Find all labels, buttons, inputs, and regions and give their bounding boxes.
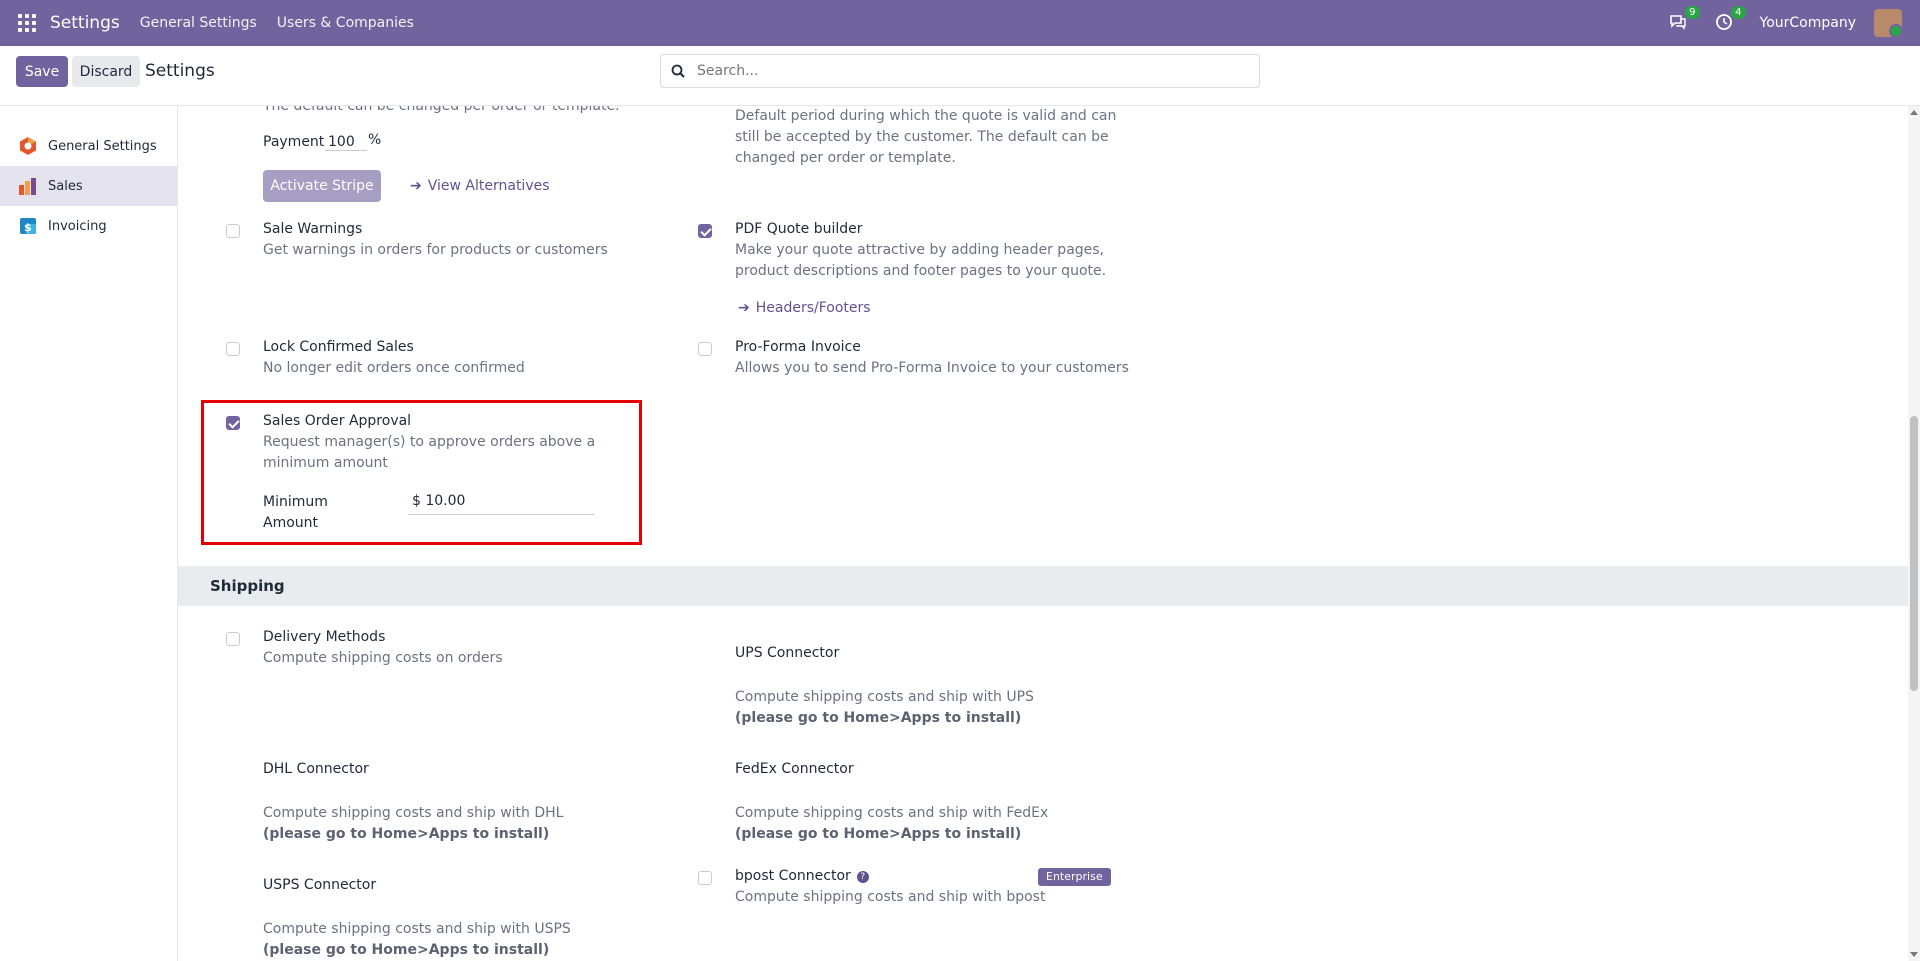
search-input[interactable]: [697, 63, 1217, 79]
fedex-connector-note: (please go to Home>Apps to install): [735, 826, 1022, 842]
invoicing-icon: $: [20, 218, 36, 234]
headers-footers-link[interactable]: ➔ Headers/Footers: [738, 300, 871, 316]
quotation-validity-desc: Default period during which the quote is…: [735, 108, 1117, 166]
pro-forma-invoice-checkbox[interactable]: [698, 342, 712, 356]
enterprise-badge[interactable]: Enterprise: [1038, 868, 1111, 886]
scroll-down-arrow-icon[interactable]: [1910, 952, 1918, 957]
payment-label: Payment: [263, 134, 325, 150]
minimum-amount-label-line2: Amount: [263, 515, 319, 531]
bpost-connector-label: bpost Connector: [735, 868, 851, 884]
general-settings-icon: [20, 137, 36, 155]
top-navbar: Settings General Settings Users & Compan…: [0, 0, 1920, 46]
view-alternatives-label: View Alternatives: [427, 178, 550, 194]
apps-menu-icon[interactable]: [18, 14, 36, 32]
sidebar-item-general-settings[interactable]: General Settings: [0, 126, 177, 166]
settings-sidebar: General Settings Sales $ Invoicing: [0, 106, 178, 961]
pro-forma-invoice-desc: Allows you to send Pro-Forma Invoice to …: [735, 360, 1129, 376]
usps-connector-desc: Compute shipping costs and ship with USP…: [263, 921, 571, 937]
delivery-methods-desc: Compute shipping costs on orders: [263, 650, 503, 666]
pdf-quote-builder-title: PDF Quote builder: [735, 221, 863, 237]
activities-button[interactable]: 4: [1714, 6, 1746, 34]
sale-warnings-desc: Get warnings in orders for products or c…: [263, 242, 608, 258]
menu-users-companies[interactable]: Users & Companies: [277, 15, 414, 31]
control-panel: Save Discard Settings: [0, 46, 1920, 106]
lock-confirmed-sales-checkbox[interactable]: [226, 342, 240, 356]
company-switcher[interactable]: YourCompany: [1760, 15, 1857, 31]
fedex-connector-title: FedEx Connector: [735, 761, 854, 777]
sales-order-approval-desc: Request manager(s) to approve orders abo…: [263, 434, 596, 471]
payment-percent-input[interactable]: 100: [325, 134, 367, 151]
sales-icon: [19, 178, 36, 195]
sales-order-approval-checkbox[interactable]: [226, 416, 240, 430]
pdf-quote-builder-checkbox[interactable]: [698, 224, 712, 238]
page-title: Settings: [145, 61, 215, 81]
lock-confirmed-sales-title: Lock Confirmed Sales: [263, 339, 414, 355]
usps-connector-note: (please go to Home>Apps to install): [263, 942, 550, 958]
shipping-section-title: Shipping: [210, 577, 285, 595]
discard-button[interactable]: Discard: [72, 56, 140, 87]
sale-warnings-title: Sale Warnings: [263, 221, 363, 237]
search-icon: [671, 64, 685, 78]
sidebar-item-invoicing[interactable]: $ Invoicing: [0, 206, 177, 246]
ups-connector-title: UPS Connector: [735, 645, 840, 661]
arrow-right-icon: ➔: [738, 300, 750, 316]
headers-footers-label: Headers/Footers: [755, 300, 871, 316]
activate-stripe-button[interactable]: Activate Stripe: [263, 170, 381, 202]
arrow-right-icon: ➔: [410, 178, 422, 194]
pro-forma-invoice-title: Pro-Forma Invoice: [735, 339, 861, 355]
payment-cutoff-text: The default can be changed per order or …: [263, 106, 620, 114]
dhl-connector-desc: Compute shipping costs and ship with DHL: [263, 805, 564, 821]
sidebar-item-label: Sales: [48, 178, 83, 194]
delivery-methods-title: Delivery Methods: [263, 629, 386, 645]
search-box[interactable]: [660, 54, 1260, 88]
ups-connector-desc: Compute shipping costs and ship with UPS: [735, 689, 1034, 705]
payment-unit: %: [368, 132, 382, 148]
sidebar-item-label: Invoicing: [48, 218, 107, 234]
user-avatar[interactable]: [1874, 9, 1902, 37]
sales-order-approval-title: Sales Order Approval: [263, 413, 412, 429]
bpost-connector-checkbox[interactable]: [698, 871, 712, 885]
ups-connector-note: (please go to Home>Apps to install): [735, 710, 1022, 726]
app-brand[interactable]: Settings: [50, 13, 120, 33]
minimum-amount-label: Minimum Amount: [263, 492, 328, 534]
help-icon[interactable]: ?: [856, 871, 869, 883]
minimum-amount-input[interactable]: $ 10.00: [408, 493, 594, 515]
messages-count-badge: 9: [1685, 6, 1700, 19]
sidebar-item-label: General Settings: [48, 138, 157, 154]
messages-button[interactable]: 9: [1668, 6, 1700, 34]
scroll-up-arrow-icon[interactable]: [1910, 110, 1918, 115]
bpost-connector-title: bpost Connector?: [735, 868, 869, 884]
delivery-methods-checkbox[interactable]: [226, 632, 240, 646]
sale-warnings-checkbox[interactable]: [226, 224, 240, 238]
pdf-quote-builder-desc: Make your quote attractive by adding hea…: [735, 242, 1107, 279]
view-alternatives-link[interactable]: ➔ View Alternatives: [410, 178, 550, 194]
dhl-connector-title: DHL Connector: [263, 761, 369, 777]
save-button[interactable]: Save: [16, 56, 68, 87]
minimum-amount-label-line1: Minimum: [263, 494, 328, 510]
activities-count-badge: 4: [1731, 6, 1746, 19]
menu-general-settings[interactable]: General Settings: [140, 15, 257, 31]
scrollbar-thumb[interactable]: [1910, 416, 1918, 691]
svg-text:$: $: [24, 221, 32, 234]
usps-connector-title: USPS Connector: [263, 877, 377, 893]
lock-confirmed-sales-desc: No longer edit orders once confirmed: [263, 360, 525, 376]
dhl-connector-note: (please go to Home>Apps to install): [263, 826, 550, 842]
fedex-connector-desc: Compute shipping costs and ship with Fed…: [735, 805, 1049, 821]
settings-content: The default can be changed per order or …: [178, 106, 1920, 961]
sidebar-item-sales[interactable]: Sales: [0, 166, 177, 206]
shipping-section-header: Shipping: [178, 566, 1908, 606]
bpost-connector-desc: Compute shipping costs and ship with bpo…: [735, 889, 1046, 905]
